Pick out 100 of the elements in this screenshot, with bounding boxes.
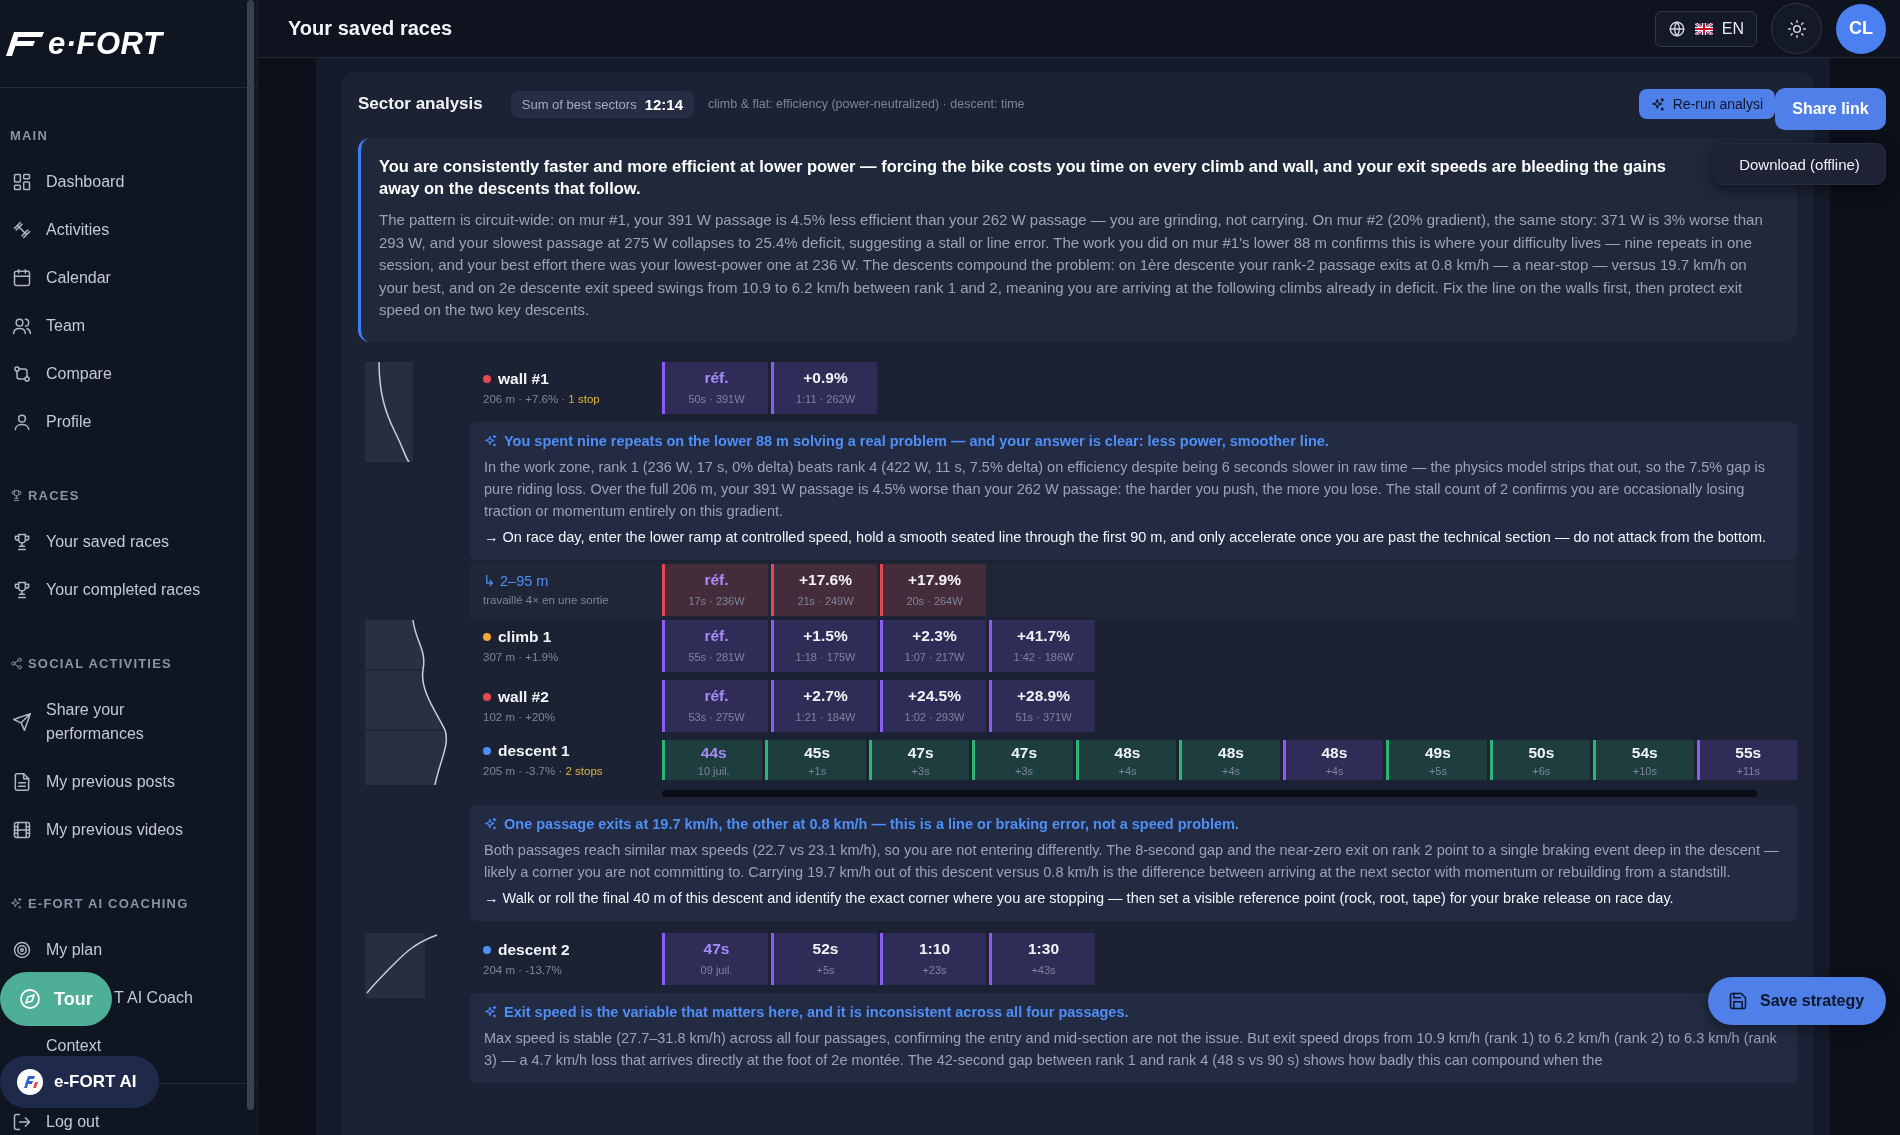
passage-cell[interactable]: +17.9% 20s · 264W: [880, 563, 986, 616]
summary-headline: You are consistently faster and more efficient at lower power — forcing the bike costs you time on every climb and wall, and your exit speeds are bleeding the gains away on the descents that follow.: [379, 156, 1668, 199]
sidebar-item[interactable]: Dashboard: [0, 158, 257, 206]
sector-name[interactable]: descent 1: [498, 742, 570, 760]
passage-cell[interactable]: réf. 55s · 281W: [662, 619, 768, 672]
passage-value: 47s: [906, 743, 935, 762]
sidebar-item[interactable]: My previous videos: [0, 806, 257, 854]
section-heading: MAIN: [10, 127, 49, 143]
passage-value: 54s: [1630, 743, 1659, 762]
passage-value: 44s: [699, 743, 728, 762]
passage-detail: 1:11 · 262W: [794, 392, 857, 405]
passage-cell[interactable]: 49s +5s: [1386, 739, 1487, 780]
sidebar-item[interactable]: T AI Coach: [114, 986, 193, 1010]
sun-icon: [1786, 18, 1807, 39]
passage-cell[interactable]: réf. 53s · 275W: [662, 679, 768, 732]
passage-cell[interactable]: réf. 17s · 236W: [662, 563, 768, 616]
sidebar-item[interactable]: Compare: [0, 350, 257, 398]
sector-meta: 205 m · -3.7% · 2 stops: [483, 765, 604, 777]
sidebar-item[interactable]: My previous posts: [0, 758, 257, 806]
passage-cell[interactable]: réf. 50s · 391W: [662, 361, 768, 414]
sector-name[interactable]: wall #2: [498, 688, 549, 706]
insight-text: Both passages reach similar max speeds (22.7 vs 23.1 km/h), so you are not entering differently. The 8-second gap and the near-zero exit on rank 2 point to a single braking event deep in the descent — likely a corner you are not committing to. Carrying 19.7 km/h out of this descent versus 0.8 km/h is the difference between arriving at the next sector with momentum or rebuilding from a standstill.: [484, 840, 1780, 882]
sidebar-item[interactable]: Context: [46, 1034, 102, 1058]
passage-cell[interactable]: +2.7% 1:21 · 184W: [771, 679, 877, 732]
sector-name[interactable]: wall #1: [498, 370, 549, 388]
sector-name[interactable]: climb 1: [498, 628, 552, 646]
passage-cell[interactable]: +0.9% 1:11 · 262W: [771, 361, 877, 414]
language-selector[interactable]: EN: [1654, 10, 1757, 47]
document-icon: [12, 772, 32, 792]
theme-toggle-button[interactable]: [1771, 3, 1822, 54]
passage-cell[interactable]: 48s +4s: [1179, 739, 1280, 780]
passage-cell[interactable]: +28.9% 51s · 371W: [989, 679, 1095, 732]
sub-segment-label[interactable]: ↳ 2–95 m: [483, 573, 662, 589]
sector-name[interactable]: descent 2: [498, 941, 570, 959]
passage-cell[interactable]: 48s +4s: [1075, 739, 1177, 780]
app-logo[interactable]: e·FORT: [48, 25, 163, 62]
download-menu-item[interactable]: Download (offline): [1713, 143, 1886, 185]
passage-cell[interactable]: 52s +5s: [771, 932, 877, 985]
passage-detail: +3s: [910, 764, 931, 777]
sidebar-item[interactable]: Team: [0, 302, 257, 350]
passage-cell[interactable]: 50s +6s: [1489, 739, 1591, 780]
sidebar-item[interactable]: Share your performances: [0, 686, 257, 758]
passage-value: +17.6%: [798, 570, 853, 589]
passage-cell[interactable]: 1:30 +43s: [989, 932, 1095, 985]
page-title: Your saved races: [288, 17, 453, 40]
logout-icon: [12, 1112, 32, 1132]
assistant-button[interactable]: e-FORT AI: [0, 1056, 159, 1108]
passage-value: 1:10: [918, 939, 951, 958]
passage-detail: +6s: [1531, 764, 1552, 777]
passage-cell[interactable]: +24.5% 1:02 · 293W: [880, 679, 986, 732]
dumbbell-icon: [12, 220, 32, 240]
passage-detail: 1:18 · 175W: [794, 650, 857, 663]
save-strategy-button[interactable]: Save strategy: [1708, 977, 1886, 1025]
passage-cell[interactable]: +1.5% 1:18 · 175W: [771, 619, 877, 672]
passage-value: 48s: [1113, 743, 1142, 762]
passage-cell[interactable]: +17.6% 21s · 249W: [771, 563, 877, 616]
passage-cell[interactable]: +41.7% 1:42 · 186W: [989, 619, 1095, 672]
sidebar-item[interactable]: Profile: [0, 398, 257, 446]
share-link-button[interactable]: Share link: [1775, 88, 1886, 130]
passage-detail: 20s · 264W: [905, 594, 964, 607]
passage-cell[interactable]: +2.3% 1:07 · 217W: [880, 619, 986, 672]
rerun-analysis-button[interactable]: Re-run analysi: [1638, 89, 1775, 119]
passage-cell[interactable]: 44s 10 juil.: [662, 739, 763, 780]
scrollbar[interactable]: [247, 0, 254, 1110]
passage-value: 48s: [1217, 743, 1245, 762]
sidebar-item[interactable]: Calendar: [0, 254, 257, 302]
passage-cell[interactable]: 47s +3s: [972, 739, 1073, 780]
passage-cell[interactable]: 54s +10s: [1593, 739, 1694, 780]
passage-detail: 10 juil.: [696, 764, 731, 777]
passage-cell[interactable]: 1:10 +23s: [880, 932, 986, 985]
passage-cell[interactable]: 45s +1s: [765, 739, 866, 780]
sparkle-icon: [10, 896, 23, 910]
scrollbar[interactable]: [662, 789, 1757, 797]
user-avatar[interactable]: CL: [1836, 3, 1886, 54]
passage-cell[interactable]: 47s +3s: [868, 739, 970, 780]
passage-value: +24.5%: [907, 686, 962, 705]
passage-detail: +4s: [1324, 764, 1345, 777]
logout-link[interactable]: Log out: [46, 1112, 100, 1132]
passage-detail: +4s: [1117, 764, 1138, 777]
passage-value: 49s: [1423, 743, 1452, 762]
passage-detail: +5s: [1427, 764, 1448, 777]
passage-detail: +43s: [1030, 963, 1057, 976]
insight-action: → On race day, enter the lower ramp at controlled speed, hold a smooth seated line through the first 90 m, and only accelerate once you are past the technical section — do not attack from the bottom.: [484, 527, 1768, 547]
sidebar-item[interactable]: Your saved races: [0, 518, 257, 566]
sidebar-item[interactable]: Your completed races: [0, 566, 257, 614]
passage-cell[interactable]: 47s 09 juil.: [662, 932, 768, 985]
passage-value: 47s: [702, 939, 731, 958]
summary-text: The pattern is circuit-wide: on mur #1, your 391 W passage is 4.5% less efficient than your 262 W passage — you are grinding, not carrying. On mur #2 (20% gradient), the same story: 371 W is 3% worse than 293 W, and your slowest passage at 275 W collapses to 25.4% deficit, suggesting a stall or line error. The work you did on mur #1's lower 88 m confirms this is where your difficulty lives — nine repeats in one session, and your best effort there was your lowest-power one at 236 W. The descents compound the problem: on 1ère descente your rank-2 passage exits at 0.8 km/h — a near-stop — versus 19.7 km/h on your best, and on 2e descente exit speed swings from 10.9 to 6.2 km/h between rank 1 and 2, meaning you are arriving at the following climbs already in deficit. Fix the line on the walls first, then protect exit speed on the two key descents.: [379, 210, 1764, 320]
trophy-icon: [12, 532, 32, 552]
passage-cell[interactable]: 55s +11s: [1696, 739, 1797, 780]
passage-detail: +3s: [1014, 764, 1035, 777]
sparkle-icon: [484, 433, 498, 448]
passage-cell[interactable]: 48s +4s: [1282, 739, 1384, 780]
sidebar-item[interactable]: My plan: [0, 926, 257, 974]
passage-value: +0.9%: [802, 368, 849, 387]
passage-value: réf.: [703, 570, 730, 589]
flag-icon: [1694, 22, 1713, 35]
sidebar-item[interactable]: Activities: [0, 206, 257, 254]
sparkle-icon: [484, 1004, 498, 1019]
passage-value: 50s: [1527, 743, 1556, 762]
